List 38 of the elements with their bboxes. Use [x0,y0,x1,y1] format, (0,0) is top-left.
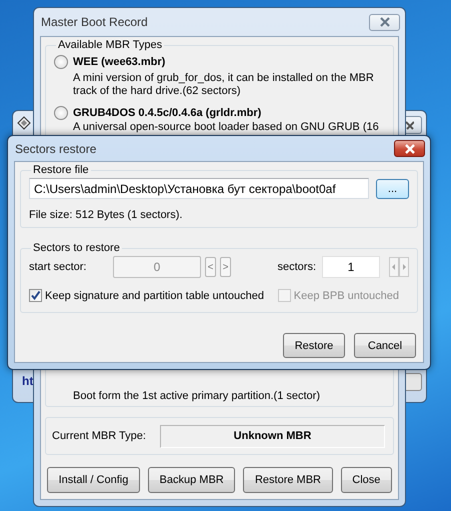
next-button[interactable]: > [220,257,231,277]
file-size-text: File size: 512 Bytes (1 sectors). [29,209,184,221]
mbr-action-button[interactable]: Close [340,467,392,493]
mbr-action-button[interactable]: Backup MBR [148,467,236,493]
radio-button[interactable] [54,106,68,120]
group-title: Available MBR Types [57,39,164,51]
mbr-action-button[interactable]: Install / Config [47,467,140,493]
checkbox[interactable] [29,289,42,302]
close-icon [406,120,414,130]
sectors-label: sectors: [277,261,316,273]
mbr-type-description: Boot form the 1st active primary partition.(1 sector) [73,390,321,403]
mbr-action-button[interactable]: Restore MBR [243,467,333,493]
file-path-field[interactable]: C:\Users\admin\Desktop\Установка бут сектора\boot0af [29,178,369,199]
current-mbr-value: Unknown MBR [160,424,385,448]
close-button[interactable] [394,140,425,157]
group-title: Restore file [32,164,90,176]
dialog-button[interactable]: Restore [283,333,345,358]
dialog-button[interactable]: Cancel [354,333,416,358]
close-icon [404,144,416,154]
close-button[interactable] [406,116,422,134]
window-button[interactable] [406,373,422,391]
radio-button[interactable] [54,55,68,69]
sectors-field[interactable]: 1 [322,256,380,278]
window-title: Master Boot Record [41,15,148,29]
mbr-type-name: WEE (wee63.mbr) [73,56,166,68]
checkbox-label: Keep signature and partition table untouched [45,290,264,302]
start-sector-label: start sector: [29,261,88,273]
mbr-type-name: GRUB4DOS 0.4.5c/0.4.6a (grldr.mbr) [73,107,262,119]
window-text: ht [22,374,34,388]
previous-button[interactable]: < [205,257,216,277]
group-title: Sectors to restore [32,242,121,254]
window-title: Sectors restore [15,142,96,156]
current-mbr-label: Current MBR Type: [52,430,146,442]
close-icon [378,17,390,27]
mbr-type-description: A universal open-source boot loader based on GNU GRUB (16 [73,121,380,134]
mbr-type-description: A mini version of grub_for_dos, it can be installed on the MBR track of the hard drive.(62 sectors) [73,72,375,98]
checkbox-label: Keep BPB untouched [294,290,399,302]
browse-button[interactable]: ... [376,178,409,198]
